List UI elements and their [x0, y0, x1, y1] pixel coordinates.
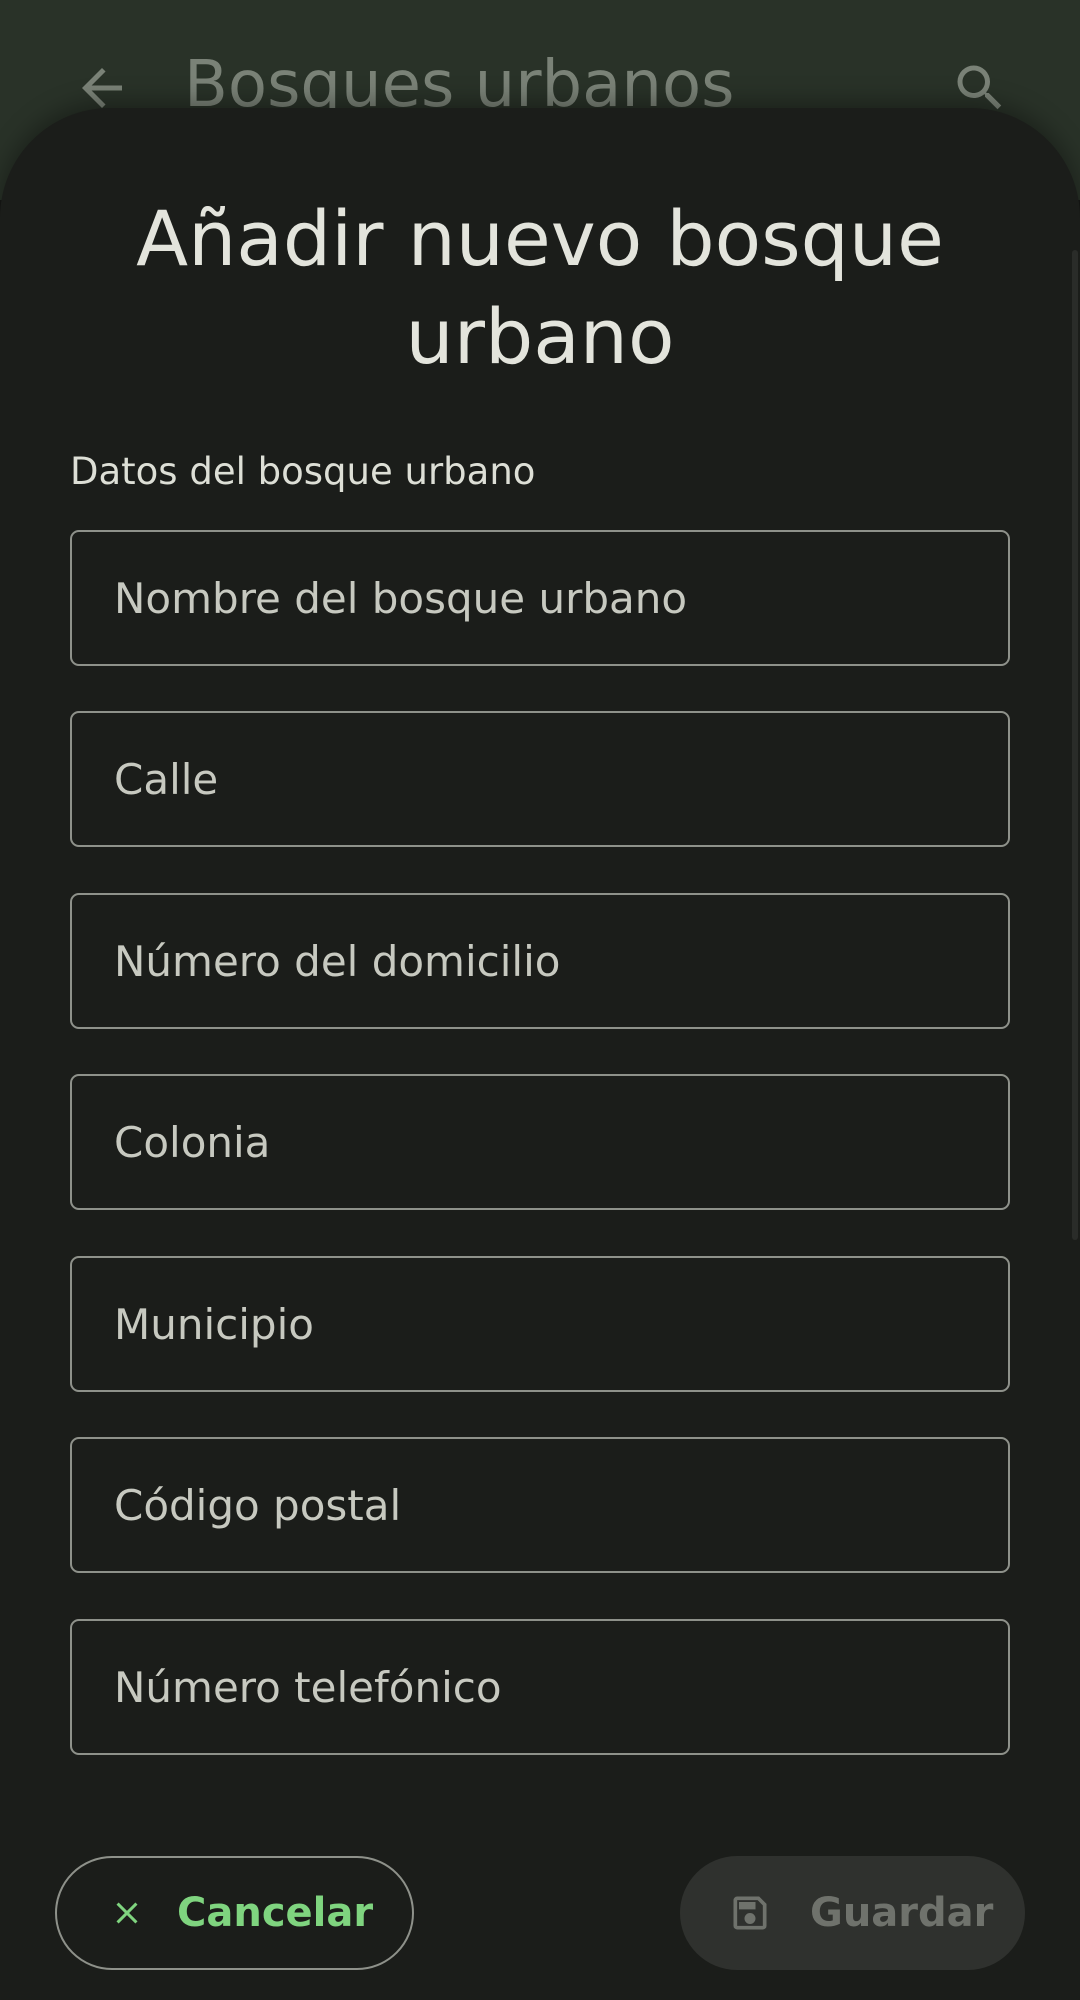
close-icon	[116, 1902, 138, 1924]
field-numero-domicilio[interactable]	[70, 893, 1010, 1029]
field-codigo-postal[interactable]	[70, 1437, 1010, 1573]
cancel-button-label: Cancelar	[177, 1890, 374, 1936]
save-button[interactable]: Guardar	[680, 1856, 1025, 1970]
cancel-button[interactable]: Cancelar	[55, 1856, 414, 1970]
field-telefono[interactable]	[70, 1619, 1010, 1755]
colonia-input[interactable]	[72, 1076, 1008, 1208]
sheet-title: Añadir nuevo bosque urbano	[136, 194, 944, 381]
telefono-input[interactable]	[72, 1621, 1008, 1753]
field-nombre[interactable]	[70, 530, 1010, 666]
save-icon	[733, 1896, 767, 1930]
save-button-label: Guardar	[810, 1890, 994, 1936]
codigo-postal-input[interactable]	[72, 1439, 1008, 1571]
field-calle[interactable]	[70, 711, 1010, 847]
scrollbar[interactable]	[1072, 250, 1078, 1240]
municipio-input[interactable]	[72, 1258, 1008, 1390]
field-colonia[interactable]	[70, 1074, 1010, 1210]
bottom-sheet: Añadir nuevo bosque urbano Datos del bos…	[0, 108, 1080, 2000]
calle-input[interactable]	[72, 713, 1008, 845]
section-label: Datos del bosque urbano	[70, 450, 536, 493]
nombre-input[interactable]	[72, 532, 1008, 664]
field-municipio[interactable]	[70, 1256, 1010, 1392]
numero-domicilio-input[interactable]	[72, 895, 1008, 1027]
